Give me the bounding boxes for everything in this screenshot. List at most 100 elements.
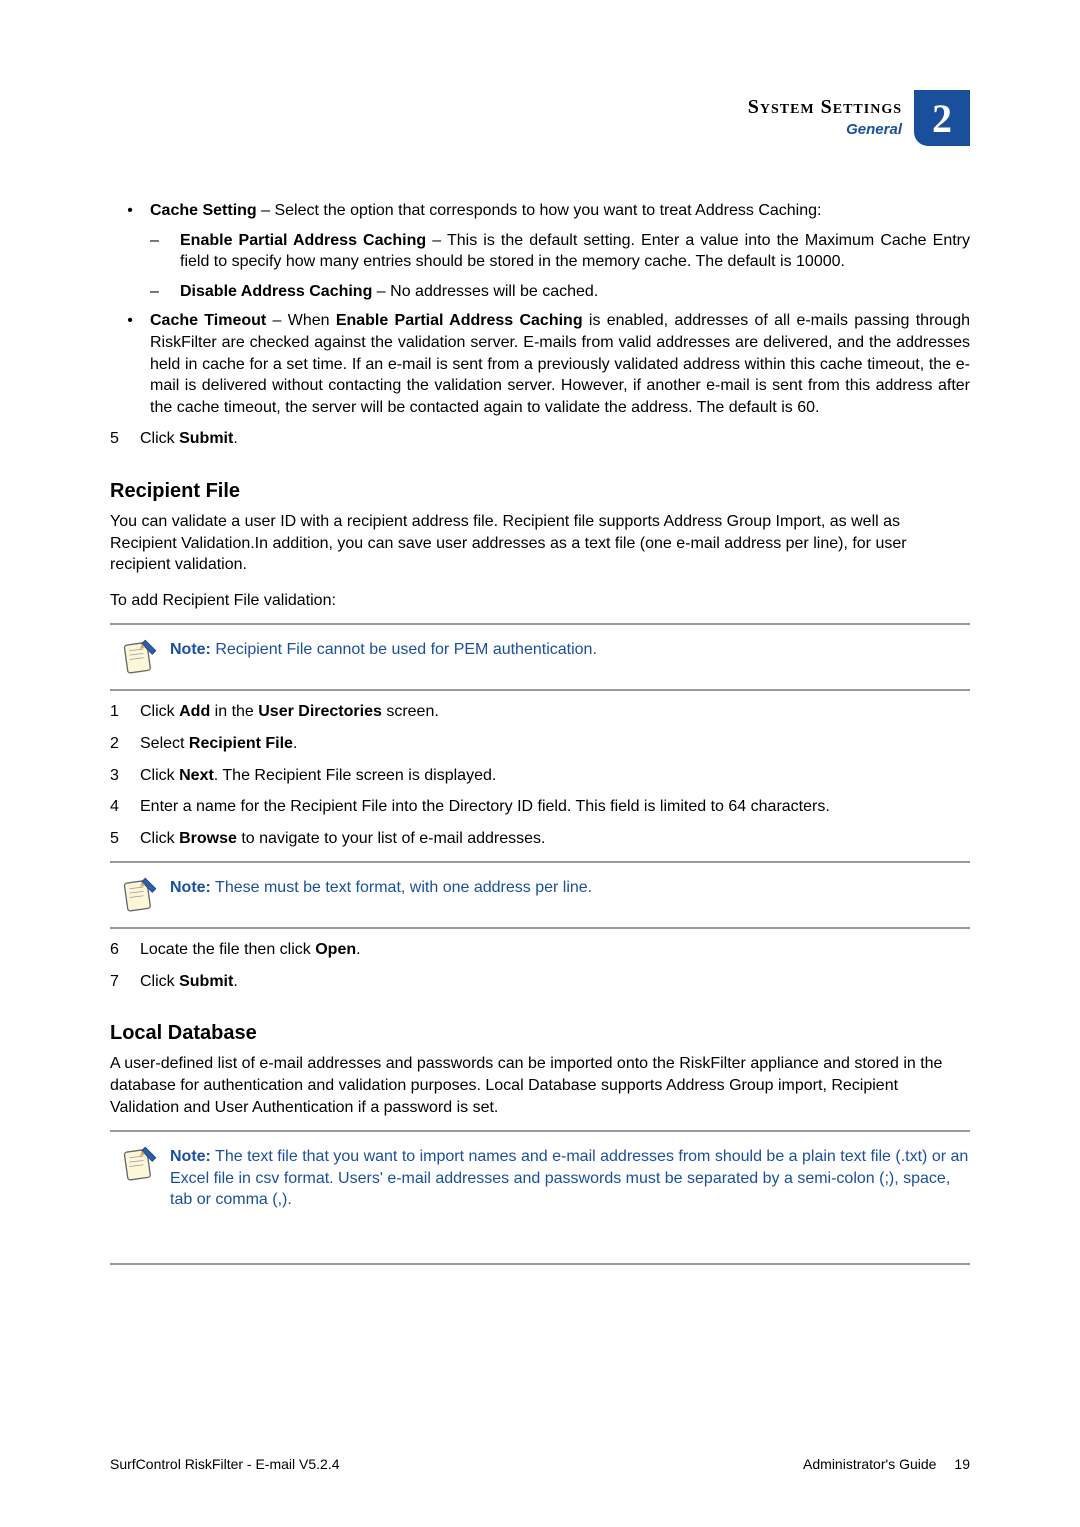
- step-2: 2 Select Recipient File.: [110, 733, 970, 755]
- step-text: Enter a name for the Recipient File into…: [140, 796, 970, 818]
- label: Enable Partial Address Caching: [180, 232, 426, 249]
- t: .: [356, 941, 360, 958]
- dash-enable-caching: – Enable Partial Address Caching – This …: [150, 230, 970, 273]
- b: Next: [179, 767, 214, 784]
- bullet-text: Cache Timeout – When Enable Partial Addr…: [150, 310, 970, 418]
- b: Open: [315, 941, 356, 958]
- note-bottom-rule: [110, 1263, 970, 1265]
- note-label: Note:: [170, 879, 211, 896]
- note-body: The text file that you want to import na…: [170, 1148, 968, 1208]
- post: .: [233, 430, 237, 447]
- desc: – Select the option that corresponds to …: [257, 202, 822, 219]
- page-header: System Settings General 2: [748, 90, 970, 146]
- t: screen.: [382, 703, 439, 720]
- note-text: Note: Recipient File cannot be used for …: [170, 635, 970, 661]
- t: .: [233, 973, 237, 990]
- b: Submit: [179, 973, 233, 990]
- dash-mark: –: [150, 230, 180, 273]
- header-text: System Settings General: [748, 90, 902, 138]
- page: System Settings General 2 • Cache Settin…: [0, 0, 1080, 1527]
- step-number: 3: [110, 765, 140, 787]
- step-text: Click Add in the User Directories screen…: [140, 701, 970, 723]
- step-text: Locate the file then click Open.: [140, 939, 970, 961]
- footer-guide: Administrator's Guide: [803, 1456, 936, 1472]
- header-title: System Settings: [748, 96, 902, 119]
- b: Add: [179, 703, 210, 720]
- desc: – No addresses will be cached.: [372, 283, 598, 300]
- step-number: 5: [110, 828, 140, 850]
- note-icon: [110, 873, 170, 915]
- recipient-intro: To add Recipient File validation:: [110, 590, 970, 612]
- step-7: 7 Click Submit.: [110, 971, 970, 993]
- dash-disable-caching: – Disable Address Caching – No addresses…: [150, 281, 970, 303]
- note-icon: [110, 635, 170, 677]
- recipient-para: You can validate a user ID with a recipi…: [110, 511, 970, 576]
- footer-left: SurfControl RiskFilter - E-mail V5.2.4: [110, 1456, 340, 1472]
- step-text: Select Recipient File.: [140, 733, 970, 755]
- step-number: 1: [110, 701, 140, 723]
- bullet-cache-setting: • Cache Setting – Select the option that…: [110, 200, 970, 222]
- b: Submit: [179, 430, 233, 447]
- bullet-text: Cache Setting – Select the option that c…: [150, 200, 970, 222]
- b: User Directories: [258, 703, 382, 720]
- b: Browse: [179, 830, 237, 847]
- step-text: Click Submit.: [140, 971, 970, 993]
- note-recipient-pem: Note: Recipient File cannot be used for …: [110, 623, 970, 691]
- label: Cache Setting: [150, 202, 257, 219]
- note-text: Note: These must be text format, with on…: [170, 873, 970, 899]
- t: Click: [140, 973, 179, 990]
- page-number: 19: [954, 1456, 970, 1472]
- bullet-dot: •: [110, 310, 150, 418]
- pre: Click: [140, 430, 179, 447]
- bullet-cache-timeout: • Cache Timeout – When Enable Partial Ad…: [110, 310, 970, 418]
- page-footer: SurfControl RiskFilter - E-mail V5.2.4 A…: [110, 1456, 970, 1472]
- t: Click: [140, 830, 179, 847]
- step-1: 1 Click Add in the User Directories scre…: [110, 701, 970, 723]
- note-body: These must be text format, with one addr…: [211, 879, 592, 896]
- section-recipient-file: Recipient File: [110, 478, 970, 505]
- note-text: Note: The text file that you want to imp…: [170, 1142, 970, 1211]
- step-3: 3 Click Next. The Recipient File screen …: [110, 765, 970, 787]
- mid-label: Enable Partial Address Caching: [336, 312, 583, 329]
- step-number: 5: [110, 428, 140, 450]
- pre: – When: [266, 312, 336, 329]
- note-text-format: Note: These must be text format, with on…: [110, 861, 970, 929]
- localdb-para: A user-defined list of e-mail addresses …: [110, 1053, 970, 1118]
- note-icon: [110, 1142, 170, 1184]
- footer-right: Administrator's Guide 19: [803, 1456, 970, 1472]
- t: to navigate to your list of e-mail addre…: [237, 830, 546, 847]
- step-text: Click Submit.: [140, 428, 970, 450]
- chapter-number-badge: 2: [914, 90, 970, 146]
- note-localdb-format: Note: The text file that you want to imp…: [110, 1130, 970, 1223]
- dash-mark: –: [150, 281, 180, 303]
- dash-text: Disable Address Caching – No addresses w…: [180, 281, 970, 303]
- dash-text: Enable Partial Address Caching – This is…: [180, 230, 970, 273]
- step-text: Click Next. The Recipient File screen is…: [140, 765, 970, 787]
- step-5-submit: 5 Click Submit.: [110, 428, 970, 450]
- t: .: [293, 735, 297, 752]
- b: Recipient File: [189, 735, 293, 752]
- t: Locate the file then click: [140, 941, 315, 958]
- t: Click: [140, 703, 179, 720]
- label: Disable Address Caching: [180, 283, 372, 300]
- label: Cache Timeout: [150, 312, 266, 329]
- body-content: • Cache Setting – Select the option that…: [110, 200, 970, 1265]
- note-label: Note:: [170, 641, 211, 658]
- step-text: Click Browse to navigate to your list of…: [140, 828, 970, 850]
- step-number: 7: [110, 971, 140, 993]
- t: Select: [140, 735, 189, 752]
- step-5: 5 Click Browse to navigate to your list …: [110, 828, 970, 850]
- t: in the: [210, 703, 258, 720]
- step-4: 4 Enter a name for the Recipient File in…: [110, 796, 970, 818]
- section-local-database: Local Database: [110, 1020, 970, 1047]
- t: . The Recipient File screen is displayed…: [214, 767, 497, 784]
- step-number: 6: [110, 939, 140, 961]
- t: Click: [140, 767, 179, 784]
- step-number: 4: [110, 796, 140, 818]
- step-6: 6 Locate the file then click Open.: [110, 939, 970, 961]
- header-subtitle: General: [748, 121, 902, 138]
- step-number: 2: [110, 733, 140, 755]
- note-body: Recipient File cannot be used for PEM au…: [211, 641, 597, 658]
- bullet-dot: •: [110, 200, 150, 222]
- note-label: Note:: [170, 1148, 211, 1165]
